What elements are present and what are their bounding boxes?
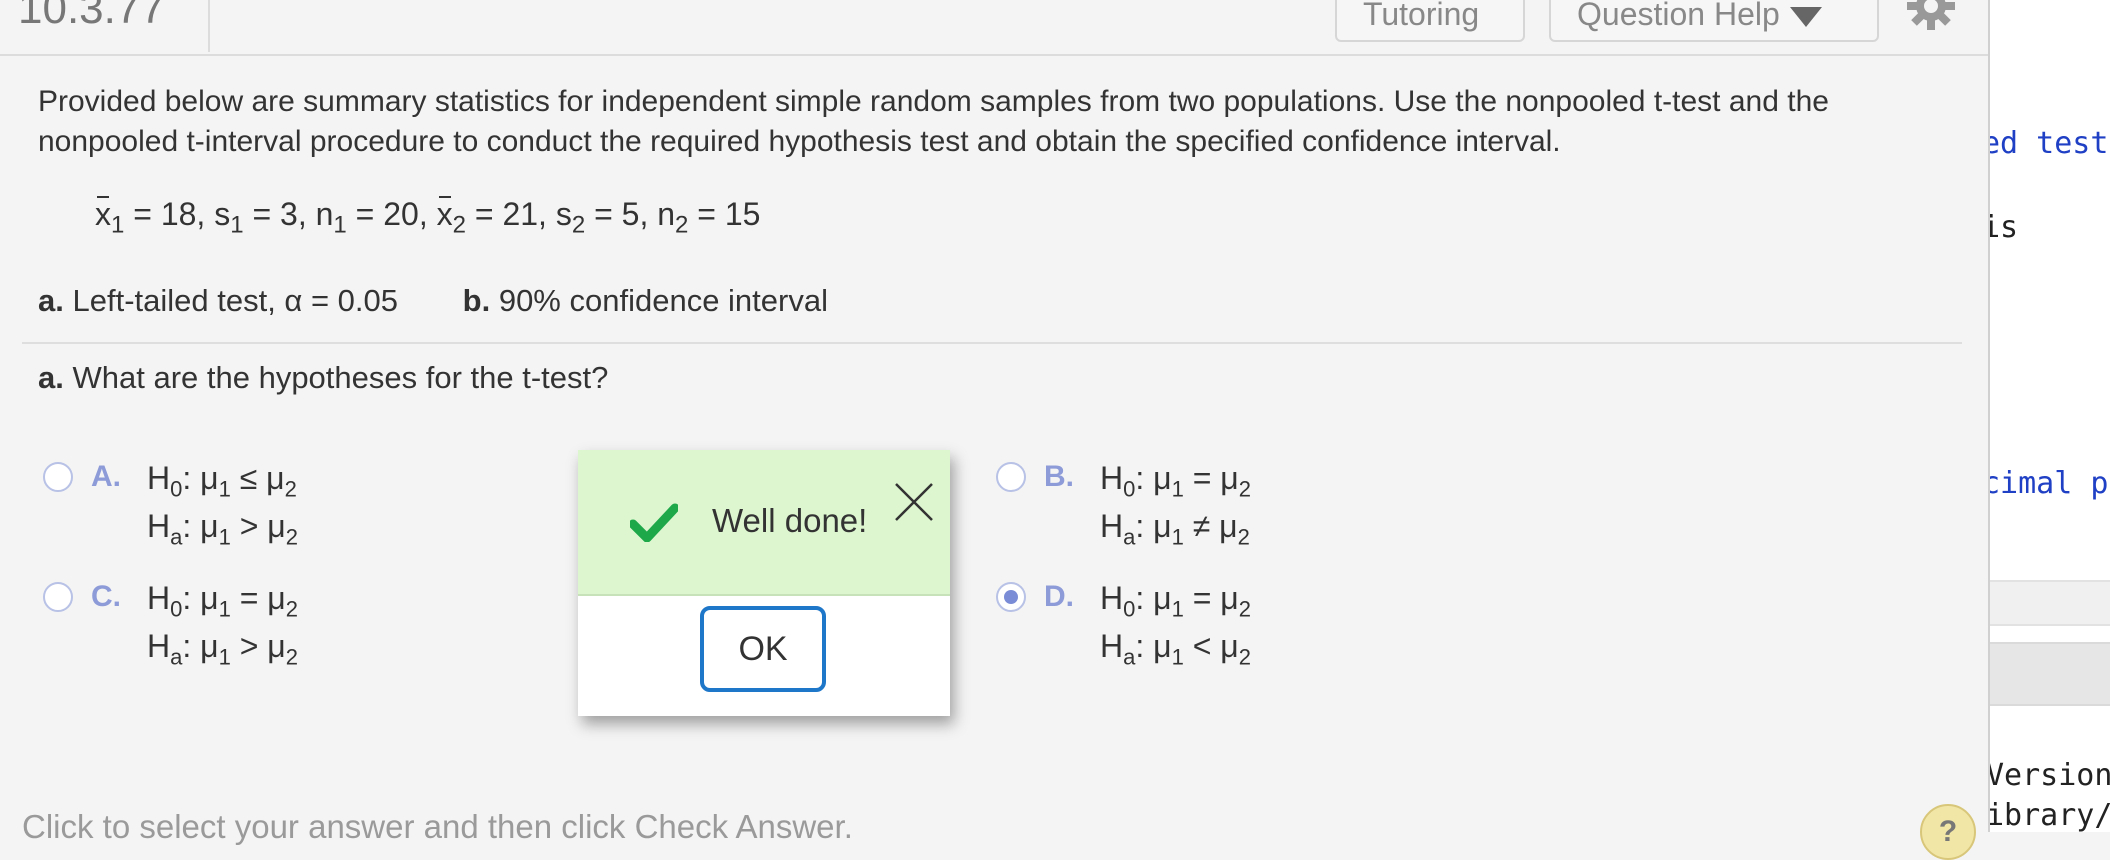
ha-relation: < [1193, 628, 1212, 664]
null-hypothesis: H0: μ1 = μ2 [147, 580, 298, 622]
section-divider [22, 342, 1962, 344]
h0-relation: = [1193, 580, 1212, 616]
side-text-line: Version [1988, 758, 2110, 793]
option-letter: A. [91, 460, 121, 494]
radio-option-c[interactable] [43, 582, 73, 612]
task-parts: a. Left-tailed test, α = 0.05 b. 90% con… [38, 283, 828, 319]
question-body: What are the hypotheses for the t-test? [72, 360, 608, 395]
question-help-label: Question Help [1577, 0, 1780, 32]
null-hypothesis: H0: μ1 = μ2 [1100, 460, 1251, 502]
alternative-hypothesis: Ha: μ1 > μ2 [147, 628, 298, 670]
h0-relation: = [1193, 460, 1212, 496]
option-letter: D. [1044, 580, 1074, 614]
question-number: 10.3.77 [18, 0, 165, 34]
feedback-header: Well done! [578, 450, 950, 596]
stat-n2: 15 [725, 196, 761, 232]
question-label: a. [38, 360, 64, 395]
ok-button[interactable]: OK [700, 606, 826, 692]
question-header: 10.3.77 Tutoring Question Help [0, 0, 1988, 56]
close-icon[interactable] [892, 480, 936, 524]
question-help-button[interactable]: Question Help [1549, 0, 1879, 42]
xbar-symbol: x [437, 196, 453, 233]
feedback-dialog: Well done! OK [578, 450, 950, 716]
side-panel-band [1990, 642, 2110, 706]
header-divider [208, 0, 210, 52]
side-text-line: ibrary/ [1988, 798, 2110, 832]
checkmark-icon [630, 502, 678, 542]
side-panel-band [1990, 580, 2110, 626]
stat-s2: 5 [622, 196, 640, 232]
footer-instruction: Click to select your answer and then cli… [22, 808, 853, 846]
problem-statement: Provided below are summary statistics fo… [38, 82, 1958, 162]
question-panel: 10.3.77 Tutoring Question Help Provided … [0, 0, 1988, 832]
ha-relation: > [240, 508, 259, 544]
help-icon[interactable]: ? [1920, 804, 1976, 860]
stat-n1: 20 [383, 196, 419, 232]
null-hypothesis: H0: μ1 = μ2 [1100, 580, 1251, 622]
h0-relation: = [240, 580, 259, 616]
tutoring-button[interactable]: Tutoring [1335, 0, 1525, 42]
stat-s1: 3 [280, 196, 298, 232]
xbar-symbol: x [95, 196, 111, 233]
null-hypothesis: H0: μ1 ≤ μ2 [147, 460, 297, 502]
feedback-message: Well done! [712, 502, 867, 540]
alternative-hypothesis: Ha: μ1 < μ2 [1100, 628, 1251, 670]
ha-relation: ≠ [1193, 508, 1211, 544]
chevron-down-icon [1790, 7, 1822, 27]
question-text: a. What are the hypotheses for the t-tes… [38, 360, 608, 396]
side-panel: ed test is cimal p Version ibrary/ [1988, 0, 2110, 832]
part-b-label: b. [463, 283, 491, 318]
option-letter: C. [91, 580, 121, 614]
part-b-text: 90% confidence interval [499, 283, 828, 318]
part-a-text: Left-tailed test, α = 0.05 [72, 283, 398, 318]
side-text-line: cimal p [1988, 466, 2108, 501]
alternative-hypothesis: Ha: μ1 > μ2 [147, 508, 298, 550]
part-a-label: a. [38, 283, 64, 318]
alternative-hypothesis: Ha: μ1 ≠ μ2 [1100, 508, 1250, 550]
radio-option-a[interactable] [43, 462, 73, 492]
side-text-line: ed test [1988, 126, 2108, 161]
summary-statistics: x1 = 18, s1 = 3, n1 = 20, x2 = 21, s2 = … [95, 196, 760, 239]
stat-x2: 21 [502, 196, 538, 232]
gear-icon[interactable] [1905, 0, 1957, 32]
h0-relation: ≤ [240, 460, 258, 496]
radio-option-b[interactable] [996, 462, 1026, 492]
ha-relation: > [240, 628, 259, 664]
radio-option-d[interactable] [996, 582, 1026, 612]
option-letter: B. [1044, 460, 1074, 494]
stat-x1: 18 [161, 196, 197, 232]
side-text-line: is [1988, 210, 2018, 245]
